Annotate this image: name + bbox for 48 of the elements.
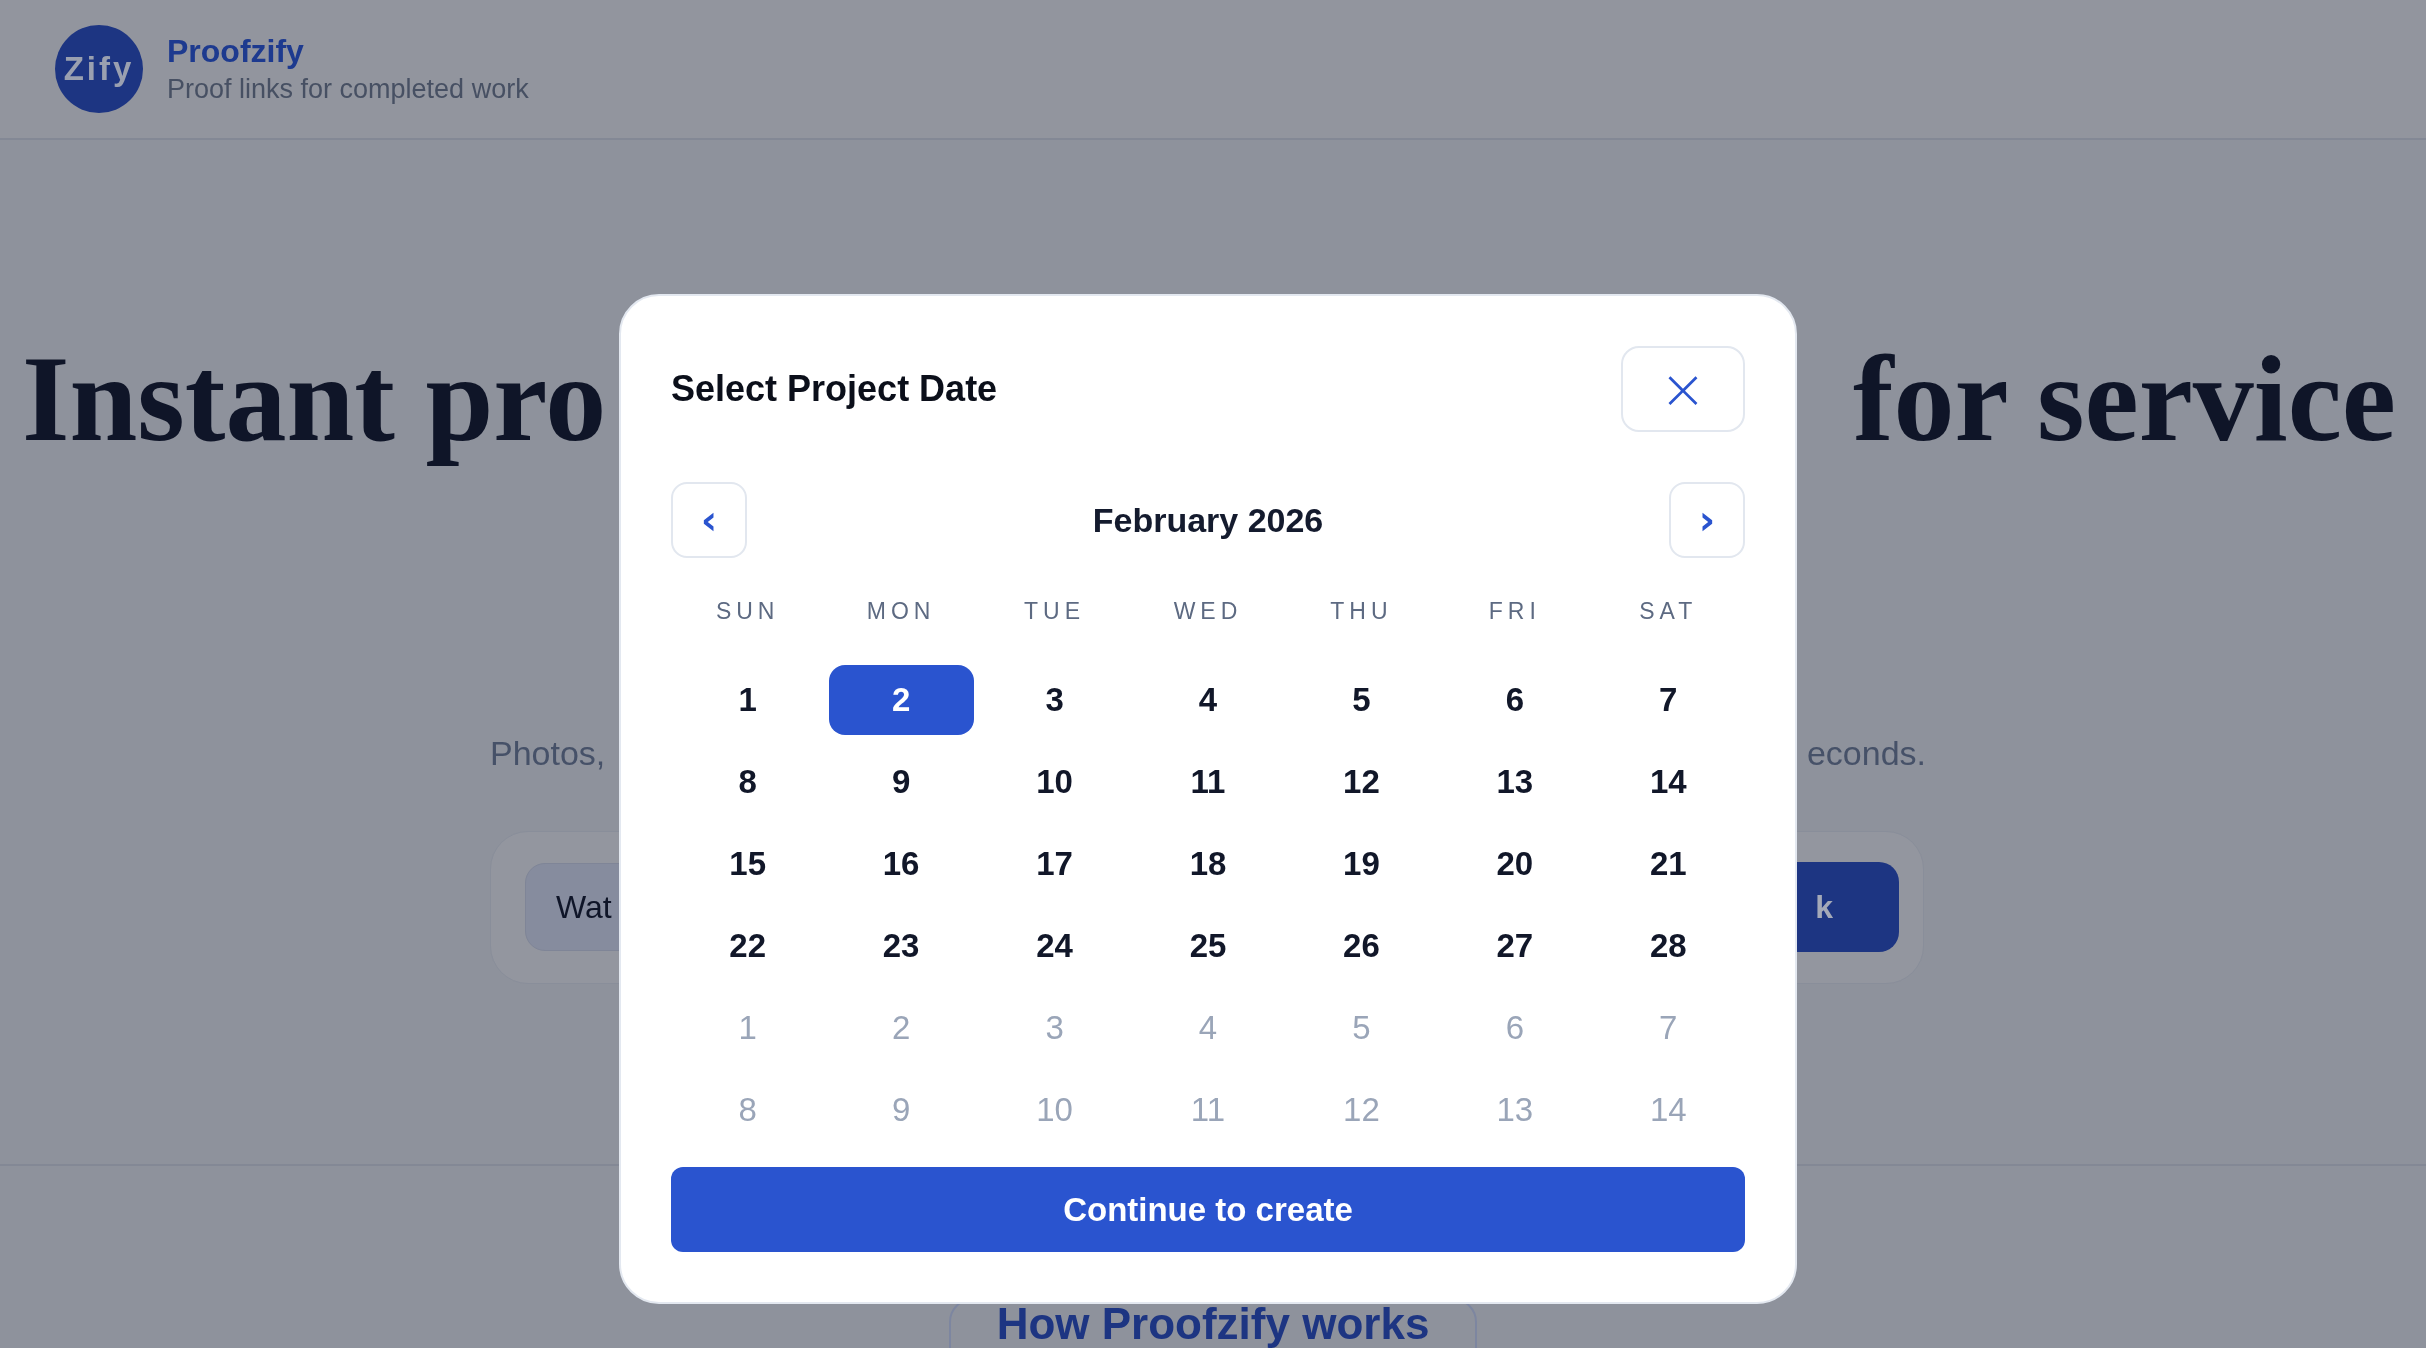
calendar-day[interactable]: 15: [675, 829, 821, 899]
calendar-day[interactable]: 28: [1595, 911, 1741, 981]
calendar-day[interactable]: 7: [1595, 665, 1741, 735]
calendar-day[interactable]: 1: [675, 665, 821, 735]
calendar-day[interactable]: 13: [1442, 747, 1588, 817]
weekday-label: MON: [865, 598, 937, 625]
close-button[interactable]: ×: [1621, 346, 1745, 432]
calendar-day[interactable]: 6: [1442, 665, 1588, 735]
hero-heading: for service: [1852, 330, 2396, 468]
previous-month-button[interactable]: ‹: [671, 482, 747, 558]
calendar-day[interactable]: 24: [982, 911, 1128, 981]
hero-heading: Instant pro: [22, 330, 607, 468]
weekday-label: SUN: [714, 598, 781, 625]
calendar-day[interactable]: 25: [1135, 911, 1281, 981]
calendar-day[interactable]: 11: [1135, 747, 1281, 817]
calendar-day[interactable]: 20: [1442, 829, 1588, 899]
calendar-day[interactable]: 12: [1288, 747, 1434, 817]
weekday-label: WED: [1172, 598, 1244, 625]
logo-badge: Zify: [55, 25, 143, 113]
calendar-day[interactable]: 19: [1288, 829, 1434, 899]
calendar-day[interactable]: 16: [828, 829, 974, 899]
hero-subtitle: econds.: [1806, 733, 1926, 773]
month-label: February 2026: [1092, 500, 1324, 540]
calendar-day[interactable]: 10: [982, 747, 1128, 817]
calendar-day[interactable]: 23: [828, 911, 974, 981]
calendar-day[interactable]: 18: [1135, 829, 1281, 899]
calendar-day[interactable]: 9: [828, 747, 974, 817]
calendar-day[interactable]: 3: [982, 665, 1128, 735]
weekday-label: FRI: [1487, 598, 1542, 625]
calendar-day[interactable]: 4: [1135, 665, 1281, 735]
calendar-day[interactable]: 22: [675, 911, 821, 981]
weekday-label: TUE: [1023, 598, 1087, 625]
calendar-day[interactable]: 8: [675, 747, 821, 817]
calendar-day[interactable]: 17: [982, 829, 1128, 899]
calendar-day[interactable]: 14: [1595, 747, 1741, 817]
weekday-label: THU: [1329, 598, 1394, 625]
calendar-day[interactable]: 26: [1288, 911, 1434, 981]
calendar-day[interactable]: 2: [828, 665, 974, 735]
calendar-day[interactable]: 21: [1595, 829, 1741, 899]
brand-name: Proofzify: [167, 33, 305, 70]
calendar-day[interactable]: 27: [1442, 911, 1588, 981]
hero-subtitle: Photos,: [490, 733, 606, 773]
weekday-label: SAT: [1638, 598, 1699, 625]
calendar-day[interactable]: 5: [1288, 665, 1434, 735]
next-month-button[interactable]: ›: [1669, 482, 1745, 558]
continue-button[interactable]: Continue to create: [671, 1167, 1745, 1252]
dialog-title: Select Project Date: [671, 368, 998, 410]
brand-tagline: Proof links for completed work: [167, 74, 529, 105]
